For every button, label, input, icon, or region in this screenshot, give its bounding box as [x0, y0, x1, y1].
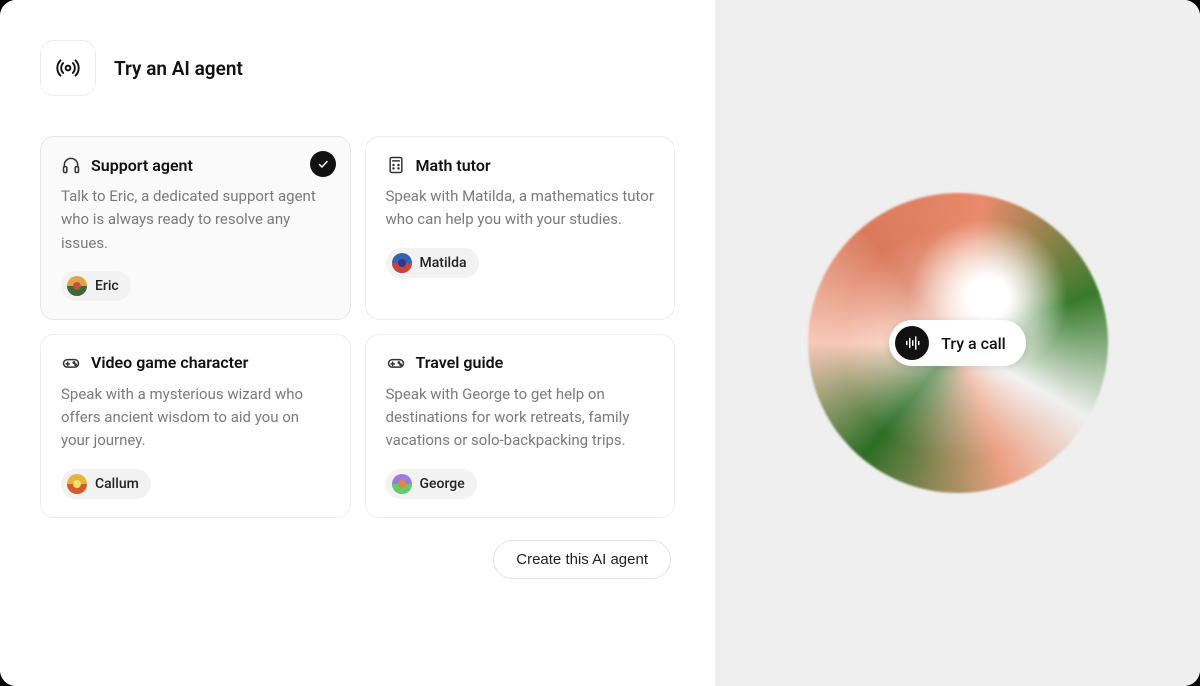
agent-card-math[interactable]: Math tutor Speak with Matilda, a mathemat…: [365, 136, 676, 320]
persona-name: Matilda: [420, 255, 467, 271]
card-header: Math tutor: [386, 155, 655, 175]
agent-card-support[interactable]: Support agent Talk to Eric, a dedicated s…: [40, 136, 351, 320]
audio-wave-icon: [895, 326, 929, 360]
card-header: Travel guide: [386, 353, 655, 373]
avatar: [392, 474, 412, 494]
create-agent-button[interactable]: Create this AI agent: [493, 540, 671, 579]
agent-card-wizard[interactable]: Video game character Speak with a mysteri…: [40, 334, 351, 518]
headphones-icon: [61, 155, 81, 175]
agent-grid: Support agent Talk to Eric, a dedicated s…: [40, 136, 675, 518]
card-title: Math tutor: [416, 156, 491, 175]
gamepad-icon: [61, 353, 81, 373]
card-description: Talk to Eric, a dedicated support agent …: [61, 185, 330, 255]
left-panel: Try an AI agent Support agent Talk to Eri…: [0, 0, 715, 686]
avatar: [392, 253, 412, 273]
avatar: [67, 276, 87, 296]
persona-chip: Callum: [61, 469, 151, 499]
selected-check-icon: [310, 151, 336, 177]
card-description: Speak with a mysterious wizard who offer…: [61, 383, 330, 453]
persona-chip: George: [386, 469, 477, 499]
broadcast-icon: [55, 55, 81, 81]
try-call-button[interactable]: Try a call: [889, 320, 1026, 366]
page-title: Try an AI agent: [114, 57, 243, 80]
calculator-icon: [386, 155, 406, 175]
card-header: Support agent: [61, 155, 330, 175]
persona-chip: Eric: [61, 271, 131, 301]
gamepad-icon: [386, 353, 406, 373]
card-header: Video game character: [61, 353, 330, 373]
right-panel: Try a call: [715, 0, 1200, 686]
app-root: Try an AI agent Support agent Talk to Eri…: [0, 0, 1200, 686]
try-call-label: Try a call: [941, 334, 1006, 353]
agent-card-travel[interactable]: Travel guide Speak with George to get hel…: [365, 334, 676, 518]
card-title: Video game character: [91, 353, 248, 372]
card-title: Travel guide: [416, 353, 504, 372]
avatar: [67, 474, 87, 494]
persona-name: George: [420, 476, 465, 492]
persona-chip: Matilda: [386, 248, 479, 278]
card-title: Support agent: [91, 156, 193, 175]
header: Try an AI agent: [40, 40, 675, 96]
card-description: Speak with Matilda, a mathematics tutor …: [386, 185, 655, 232]
persona-name: Eric: [95, 278, 119, 294]
header-icon-box: [40, 40, 96, 96]
card-description: Speak with George to get help on destina…: [386, 383, 655, 453]
persona-name: Callum: [95, 476, 139, 492]
